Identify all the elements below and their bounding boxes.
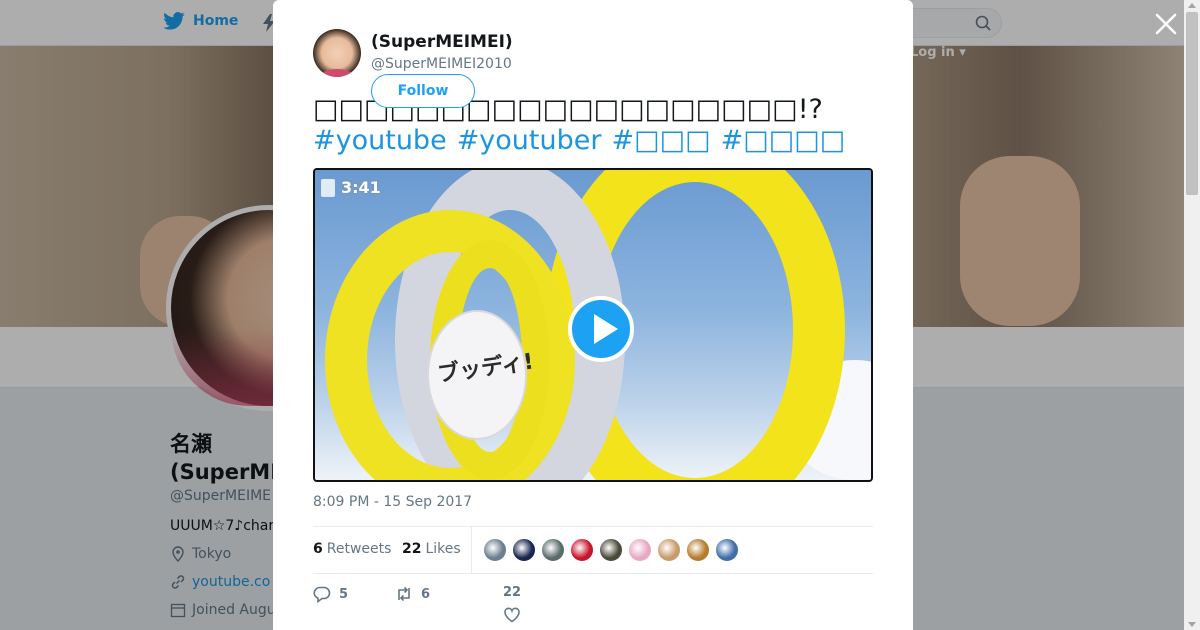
author-avatar-collar bbox=[321, 69, 353, 77]
reply-count: 5 bbox=[339, 586, 349, 602]
scroll-down-arrow-icon[interactable] bbox=[1188, 622, 1196, 627]
retweets-count: 6 bbox=[313, 541, 323, 557]
hashtag-link[interactable]: #□□□ bbox=[611, 125, 710, 156]
play-button[interactable] bbox=[568, 296, 634, 362]
stats-divider bbox=[471, 527, 472, 574]
likes-label: Likes bbox=[425, 541, 461, 557]
video-clip-icon bbox=[321, 178, 335, 197]
liker-avatar[interactable] bbox=[512, 538, 536, 562]
close-icon[interactable] bbox=[1154, 12, 1178, 36]
retweet-button[interactable]: 6 bbox=[395, 585, 430, 603]
hashtag-link[interactable]: #youtube bbox=[313, 125, 447, 156]
like-count: 22 bbox=[503, 585, 522, 600]
hashtag-link[interactable]: #youtuber bbox=[457, 125, 602, 156]
retweets-stat[interactable]: 6 Retweets bbox=[313, 541, 391, 557]
reply-icon bbox=[313, 586, 331, 603]
heart-icon bbox=[504, 607, 520, 623]
author-name[interactable]: (SuperMEIMEI) bbox=[371, 32, 513, 52]
retweets-label: Retweets bbox=[326, 541, 392, 557]
scroll-up-arrow-icon[interactable] bbox=[1188, 3, 1196, 8]
scroll-thumb[interactable] bbox=[1186, 12, 1198, 195]
video-timer-text: 3:41 bbox=[341, 178, 381, 197]
like-button[interactable]: 22 bbox=[503, 585, 521, 624]
liker-avatar[interactable] bbox=[483, 538, 507, 562]
author-handle[interactable]: @SuperMEIMEI2010 bbox=[371, 56, 512, 72]
liker-avatar[interactable] bbox=[715, 538, 739, 562]
hashtag-link[interactable]: #□□□□ bbox=[721, 125, 846, 156]
tweet-stats: 6 Retweets 22 Likes bbox=[313, 526, 873, 574]
play-icon bbox=[594, 314, 618, 344]
liker-avatar[interactable] bbox=[686, 538, 710, 562]
likes-stat[interactable]: 22 Likes bbox=[402, 541, 461, 557]
video-player[interactable]: ブッディ! 3:41 bbox=[313, 168, 873, 482]
author-avatar[interactable] bbox=[313, 29, 361, 77]
retweet-icon bbox=[398, 586, 410, 602]
reply-button[interactable]: 5 bbox=[313, 585, 348, 603]
likes-count: 22 bbox=[402, 541, 422, 557]
retweet-count: 6 bbox=[421, 586, 431, 602]
tweet-modal: (SuperMEIMEI) @SuperMEIMEI2010 □□□□□□□□□… bbox=[273, 0, 913, 630]
page-scrollbar[interactable] bbox=[1184, 0, 1200, 630]
liker-avatar[interactable] bbox=[599, 538, 623, 562]
liker-avatar[interactable] bbox=[628, 538, 652, 562]
video-timer: 3:41 bbox=[321, 178, 381, 197]
likers-avatars bbox=[483, 538, 739, 562]
liker-avatar[interactable] bbox=[570, 538, 594, 562]
follow-button[interactable]: Follow bbox=[371, 74, 475, 108]
tweet-timestamp[interactable]: 8:09 PM - 15 Sep 2017 bbox=[313, 494, 472, 510]
liker-avatar[interactable] bbox=[657, 538, 681, 562]
tweet-hashtags: #youtube #youtuber #□□□ #□□□□ bbox=[313, 125, 873, 156]
tweet-actions: 5 6 22 bbox=[313, 585, 873, 625]
liker-avatar[interactable] bbox=[541, 538, 565, 562]
